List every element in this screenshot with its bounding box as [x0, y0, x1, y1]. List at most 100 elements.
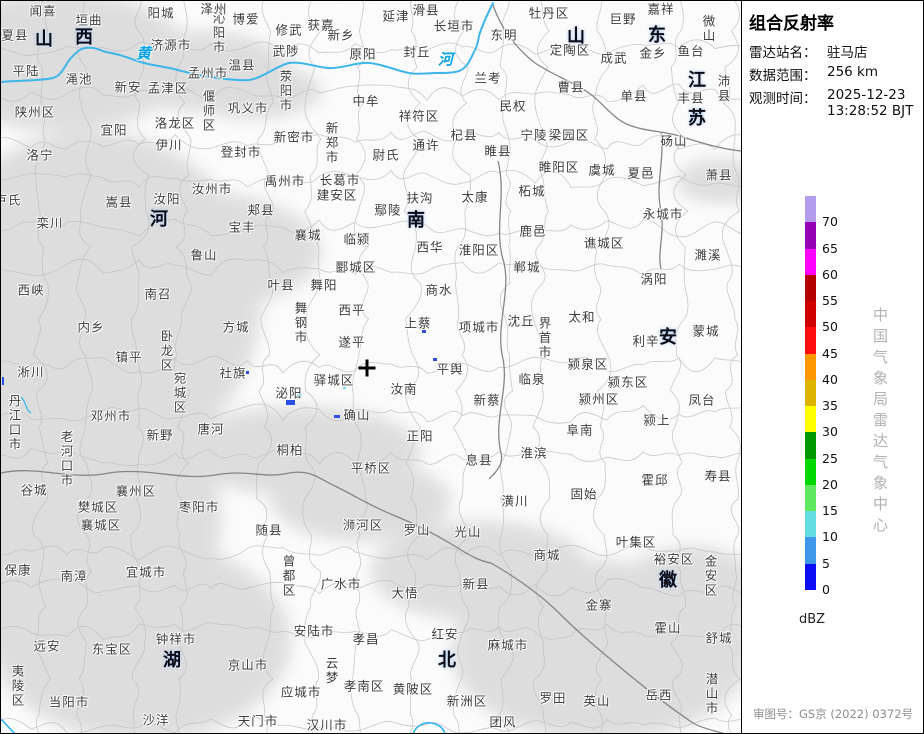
map-label-county: 大悟 [391, 583, 418, 602]
map-label-county: 蒙城 [692, 321, 719, 340]
map-label-county: 嘉祥 [647, 1, 674, 18]
range-value: 256 km [827, 64, 878, 84]
map-label-county: 嵩县 [105, 192, 132, 211]
map-label-county: 禹州市 [265, 171, 306, 190]
map-label-county: 孟津区 [148, 78, 189, 97]
map-label-county: 正阳 [406, 426, 433, 445]
map-label-county: 兰考 [474, 68, 501, 87]
map-label-province: 河 [150, 205, 168, 231]
colorbar-segment-0-5 [805, 564, 816, 590]
colorbar-unit: dBZ [799, 612, 825, 627]
map-label-county: 京山市 [228, 655, 269, 674]
map-label-province: 北 [438, 646, 456, 672]
map-label-county: 南漳 [60, 566, 87, 585]
radar-echo [334, 415, 340, 418]
map-label-county-vertical: 舞钢市 [291, 301, 310, 345]
map-label-county: 商城 [533, 545, 560, 564]
map-label-county: 涡阳 [640, 269, 667, 288]
colorbar-tick: 25 [822, 451, 838, 466]
map-label-county: 温县 [228, 55, 255, 74]
map-label-county: 天门市 [238, 711, 279, 730]
map-label-county: 建安区 [317, 185, 358, 204]
map-label-county: 舒城 [705, 628, 732, 647]
map-label-county: 东明 [490, 25, 517, 44]
map-label-county: 汝州市 [192, 179, 233, 198]
map-label-county: 牡丹区 [529, 3, 570, 22]
map-label-county: 汉川市 [307, 715, 348, 734]
colorbar-tick: 40 [822, 372, 838, 387]
map-label-county: 洛宁 [26, 145, 53, 164]
map-label-county: 宜阳 [100, 120, 127, 139]
map-label-county: 樊城区 [78, 497, 119, 516]
map-label-county: 寿县 [704, 466, 731, 485]
map-label-county: 驿城区 [314, 370, 355, 389]
map-label-county: 浉河区 [343, 515, 384, 534]
map-label-county: 萧县 [705, 165, 732, 184]
colorbar-segment-20-25 [805, 459, 816, 485]
range-row: 数据范围： 256 km [749, 64, 878, 84]
map-label-county: 博爱 [232, 9, 259, 28]
map-label-county-vertical: 老河口市 [57, 430, 76, 488]
radar-echo [422, 330, 426, 333]
map-label-county: 黄陂区 [393, 679, 434, 698]
map-label-county: 枣阳市 [179, 497, 220, 516]
map-label-county: 钟祥市 [156, 629, 197, 648]
map-label-county: 虞城 [588, 160, 615, 179]
map-label-county-vertical: 夷陵区 [8, 664, 27, 708]
map-label-county: 闻喜 [29, 1, 56, 20]
map-label-county-vertical: 卧龙区 [157, 329, 176, 373]
map-label-river: 黄 [136, 43, 152, 64]
map-label-county: 夏邑 [627, 163, 654, 182]
agency-watermark: 中国气象局雷达气象中心 [870, 307, 891, 538]
map-label-county: 太和 [568, 307, 595, 326]
map-label-county: 社旗 [219, 363, 246, 382]
map-label-county: 宝丰 [228, 217, 255, 236]
map-label-county: 远安 [33, 636, 60, 655]
map-label-county: 伊川 [155, 135, 182, 154]
map-label-county: 金寨 [585, 595, 612, 614]
map-label-county: 渑池 [65, 69, 92, 88]
map-label-county: 卢氏 [1, 190, 22, 209]
map-label-province: 山 [35, 25, 53, 51]
map-label-county: 武陟 [272, 41, 299, 60]
map-label-county: 新安 [114, 77, 141, 96]
map-label-county: 桐柏 [276, 440, 303, 459]
map-label-county: 成武 [600, 48, 627, 67]
map-label-county: 随县 [255, 520, 282, 539]
range-label: 数据范围： [749, 64, 827, 84]
map-label-county: 固始 [570, 484, 597, 503]
colorbar-tick: 50 [822, 319, 838, 334]
map-label-county-vertical: 新郑市 [322, 121, 341, 165]
map-label-county: 安陆市 [294, 621, 335, 640]
radar-map[interactable]: 闻喜垣曲阳城泽州博爱夏县济源市修武获嘉新乡延津滑县长垣市牡丹区巨野嘉祥东明定陶区… [1, 1, 741, 734]
map-label-county: 延津 [382, 6, 409, 25]
map-label-county: 太康 [461, 187, 488, 206]
map-label-county: 唐河 [197, 419, 224, 438]
colorbar-tick: 60 [822, 267, 838, 282]
map-label-county: 宜城市 [126, 562, 167, 581]
map-label-county: 确山 [343, 405, 370, 424]
map-label-county-vertical: 潜山市 [702, 672, 721, 716]
map-label-county: 南召 [144, 284, 171, 303]
map-label-county-vertical: 沁阳市 [209, 11, 228, 55]
colorbar-segment-60-65 [805, 249, 816, 275]
map-label-county: 长垣市 [434, 16, 475, 35]
colorbar-segment-10-15 [805, 511, 816, 537]
map-label-county: 孝南区 [344, 676, 385, 695]
map-label-county: 巩义市 [228, 98, 269, 117]
map-label-province: 安 [659, 323, 677, 349]
map-label-county-vertical: 云梦 [322, 657, 341, 686]
map-label-county: 济源市 [151, 35, 192, 54]
map-label-county: 鹿邑 [519, 221, 546, 240]
product-title: 组合反射率 [749, 9, 834, 34]
map-label-county: 平桥区 [351, 458, 392, 477]
colorbar-tick: 55 [822, 293, 838, 308]
map-label-county: 临颍 [343, 229, 370, 248]
map-label-county: 新县 [462, 574, 489, 593]
radar-echo [343, 387, 346, 389]
map-label-county: 西峡 [17, 280, 44, 299]
map-label-county: 西华 [416, 237, 443, 256]
map-label-county: 商水 [425, 280, 452, 299]
map-label-county-vertical: 丹江口市 [5, 394, 24, 452]
map-label-county-vertical: 微山 [699, 15, 718, 44]
